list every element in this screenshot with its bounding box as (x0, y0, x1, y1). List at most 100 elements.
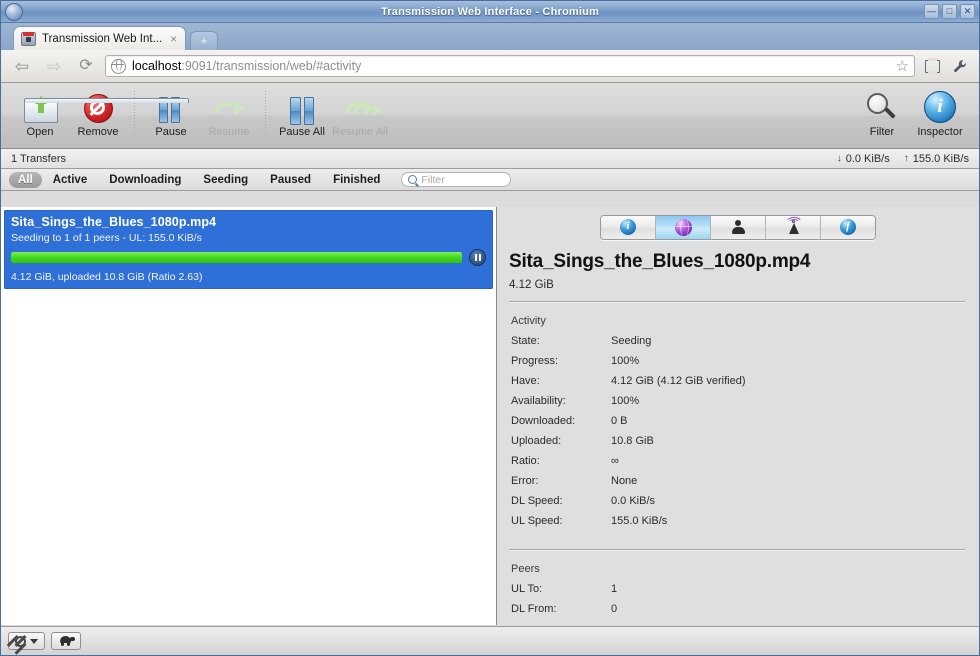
forward-icon[interactable]: ⇨ (41, 53, 67, 79)
row-ratio: Ratio: ∞ (509, 455, 965, 467)
maximize-button[interactable]: □ (942, 4, 957, 19)
row-progress-key: Progress: (511, 354, 559, 367)
row-downloaded-value: 0 B (611, 414, 628, 427)
filter-tab-active[interactable]: Active (42, 172, 99, 188)
filter-tab-finished[interactable]: Finished (322, 172, 391, 188)
torrent-footer: 4.12 GiB, uploaded 10.8 GiB (Ratio 2.63) (11, 271, 203, 283)
wrench-menu-icon[interactable] (949, 54, 971, 78)
browser-tab[interactable]: Transmission Web Int... × (13, 26, 187, 50)
inspector-button[interactable]: i Inspector (911, 89, 969, 138)
filter-bar: All Active Downloading Seeding Paused Fi… (1, 169, 979, 191)
resume-icon (215, 89, 244, 123)
tracker-antenna-icon (784, 217, 803, 235)
close-icon[interactable]: × (168, 33, 179, 45)
bookmark-star-icon[interactable]: ☆ (896, 59, 909, 74)
inspector-tab-activity[interactable] (656, 215, 711, 239)
row-have: Have: 4.12 GiB (4.12 GiB verified) (509, 375, 965, 387)
inspector-tab-files[interactable]: f (821, 215, 875, 239)
remove-icon (83, 89, 113, 123)
filter-button[interactable]: Filter (853, 89, 911, 138)
row-ul-to-value: 1 (611, 582, 618, 595)
row-error-key: Error: (511, 474, 539, 487)
row-ul-speed: UL Speed: 155.0 KiB/s (509, 515, 965, 527)
speed-summary: ↓ 0.0 KiB/s ↑ 155.0 KiB/s (837, 153, 969, 165)
files-f-icon: f (840, 219, 856, 235)
row-state-key: State: (511, 334, 540, 347)
inspector-tab-info[interactable]: i (601, 215, 656, 239)
new-tab-button[interactable]: + (190, 31, 219, 50)
pause-all-button-label: Pause All (279, 126, 325, 138)
torrent-row[interactable]: Sita_Sings_the_Blues_1080p.mp4 Seeding t… (4, 210, 493, 289)
omnibox[interactable]: localhost:9091/transmission/web/#activit… (105, 55, 915, 77)
inspector-tab-peers[interactable] (711, 215, 766, 239)
row-uploaded: Uploaded: 10.8 GiB (509, 435, 965, 447)
filter-tab-all[interactable]: All (9, 171, 42, 188)
upload-arrow-icon: ↑ (903, 152, 909, 164)
filter-search-input[interactable]: Filter (401, 172, 512, 187)
bottom-bar (1, 626, 979, 655)
transfers-count: 1 Transfers (11, 152, 67, 165)
filter-tab-paused[interactable]: Paused (259, 172, 322, 188)
pause-all-button[interactable]: Pause All (273, 89, 331, 138)
download-speed-value: 0.0 KiB/s (845, 152, 890, 165)
divider (509, 548, 965, 550)
filter-search-placeholder: Filter (421, 173, 445, 186)
pause-circle-icon[interactable] (469, 249, 486, 266)
window-controls: — □ ✕ (924, 4, 975, 19)
gear-icon (15, 635, 26, 647)
inspector-size: 4.12 GiB (509, 278, 554, 291)
url-path: :9091/transmission/web/#activity (181, 59, 362, 73)
torrent-status: Seeding to 1 of 1 peers - UL: 155.0 KiB/… (11, 232, 202, 244)
open-button[interactable]: Open (11, 89, 189, 138)
filter-button-label: Filter (869, 126, 895, 138)
window-frame-icon[interactable] (921, 54, 943, 78)
torrent-progress-line (11, 249, 486, 266)
divider (509, 300, 965, 302)
row-dl-speed-key: DL Speed: (511, 494, 563, 507)
resume-button-label: Resume (208, 126, 250, 138)
row-error: Error: None (509, 475, 965, 487)
alt-speed-button[interactable] (51, 632, 81, 650)
pause-icon (159, 89, 183, 123)
pause-button[interactable]: Pause (142, 89, 200, 138)
inspector-panel: i f Sita_Sings_the_Blues_1080p.mp4 4.12 … (497, 207, 979, 625)
globe-icon (110, 58, 126, 74)
browser-window: Transmission Web Interface - Chromium — … (0, 0, 980, 656)
filter-tab-seeding[interactable]: Seeding (192, 172, 259, 188)
resume-all-button-label: Resume All (332, 126, 388, 138)
row-ratio-value: ∞ (611, 454, 619, 467)
magnifier-icon (867, 89, 897, 123)
resume-button[interactable]: Resume (200, 89, 258, 138)
row-availability-value: 100% (611, 394, 640, 407)
browser-tabstrip: Transmission Web Int... × + (1, 23, 979, 50)
url-text: localhost:9091/transmission/web/#activit… (132, 59, 361, 73)
back-icon[interactable]: ⇦ (9, 53, 35, 79)
row-availability: Availability: 100% (509, 395, 965, 407)
minimize-button[interactable]: — (924, 4, 939, 19)
row-ul-to: UL To: 1 (509, 583, 965, 595)
row-dl-speed-value: 0.0 KiB/s (611, 494, 656, 507)
inspector-tabs: i f (600, 214, 876, 240)
resume-all-button[interactable]: Resume All (331, 89, 389, 138)
wrench-glyph (953, 59, 966, 72)
row-progress-value: 100% (611, 354, 640, 367)
chromium-icon (5, 2, 23, 21)
reload-icon[interactable]: ⟳ (73, 53, 99, 79)
inspector-button-label: Inspector (917, 126, 963, 138)
inspector-tab-tracker[interactable] (766, 215, 821, 239)
torrent-list[interactable]: Sita_Sings_the_Blues_1080p.mp4 Seeding t… (1, 207, 497, 625)
download-speed: ↓ 0.0 KiB/s (837, 153, 890, 165)
section-heading-peers: Peers (511, 562, 540, 575)
row-dl-from-key: DL From: (511, 602, 557, 615)
row-uploaded-value: 10.8 GiB (611, 434, 654, 447)
search-icon (408, 175, 418, 184)
row-dl-from: DL From: 0 (509, 603, 965, 615)
row-dl-speed: DL Speed: 0.0 KiB/s (509, 495, 965, 507)
preferences-button[interactable] (8, 632, 45, 650)
close-button[interactable]: ✕ (960, 4, 975, 19)
row-downloaded: Downloaded: 0 B (509, 415, 965, 427)
filter-tab-downloading[interactable]: Downloading (98, 172, 192, 188)
row-have-key: Have: (511, 374, 540, 387)
upload-speed-value: 155.0 KiB/s (912, 152, 969, 165)
remove-button[interactable]: Remove (69, 89, 127, 138)
